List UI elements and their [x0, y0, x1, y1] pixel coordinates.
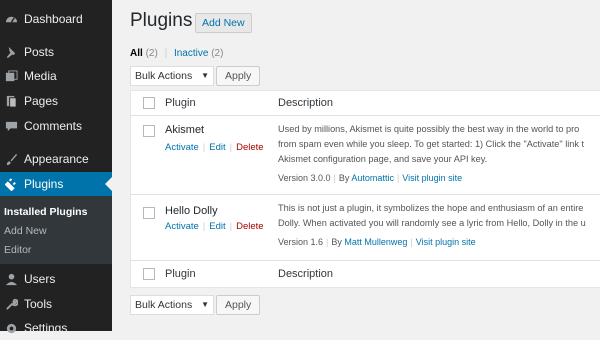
- users-icon: [4, 272, 18, 286]
- sidebar-item-appearance[interactable]: Appearance: [0, 147, 112, 171]
- plugin-site-link[interactable]: Visit plugin site: [402, 173, 462, 183]
- column-header-plugin[interactable]: Plugin: [165, 97, 196, 109]
- submenu-add-new[interactable]: Add New: [4, 225, 47, 237]
- plugins-submenu: Installed Plugins Add New Editor: [0, 196, 112, 264]
- bulk-actions-value: Bulk Actions: [135, 70, 193, 82]
- delete-link[interactable]: Delete: [236, 221, 263, 232]
- sidebar-item-media[interactable]: Media: [0, 64, 112, 88]
- select-all-checkbox[interactable]: [143, 97, 155, 109]
- plugin-icon: [4, 177, 18, 191]
- select-all-checkbox-footer[interactable]: [143, 268, 155, 280]
- sidebar-item-label: Pages: [24, 94, 59, 108]
- plugin-version: Version 3.0.0: [278, 173, 331, 183]
- apply-button-top[interactable]: Apply: [216, 66, 261, 86]
- sidebar-item-plugins[interactable]: Plugins: [0, 172, 112, 196]
- filter-inactive[interactable]: Inactive: [174, 48, 208, 59]
- filter-separator: |: [164, 48, 168, 59]
- divider: [131, 260, 600, 261]
- activate-link[interactable]: Activate: [165, 221, 199, 232]
- sidebar-item-label: Settings: [24, 321, 68, 335]
- divider: [131, 115, 600, 116]
- plugin-description: Used by millions, Akismet is quite possi…: [278, 122, 600, 167]
- column-footer-plugin[interactable]: Plugin: [165, 268, 196, 280]
- sidebar-item-tools[interactable]: Tools: [0, 292, 112, 316]
- status-filters: All (2) | Inactive (2): [130, 48, 223, 59]
- plugin-name: Hello Dolly: [165, 205, 218, 217]
- plugin-description: This is not just a plugin, it symbolizes…: [278, 201, 600, 231]
- current-indicator: [105, 177, 112, 191]
- sidebar-item-users[interactable]: Users: [0, 267, 112, 291]
- sidebar-item-label: Comments: [24, 119, 83, 133]
- sidebar-item-label: Appearance: [24, 152, 89, 166]
- sidebar-item-label: Posts: [24, 45, 55, 59]
- plugin-name: Akismet: [165, 124, 205, 136]
- bulk-actions-select-top[interactable]: Bulk Actions ▼: [130, 66, 214, 86]
- plugin-version: Version 1.6: [278, 237, 324, 247]
- description-line: Akismet configuration page, and save you…: [278, 154, 488, 164]
- filter-all[interactable]: All: [130, 48, 143, 59]
- apply-button-bottom[interactable]: Apply: [216, 295, 261, 315]
- plugin-site-link[interactable]: Visit plugin site: [416, 237, 476, 247]
- edit-link[interactable]: Edit: [209, 142, 225, 153]
- row-actions: Activate | Edit | Delete: [165, 221, 264, 232]
- page-title: Plugins: [130, 10, 193, 31]
- media-icon: [4, 69, 18, 83]
- edit-link[interactable]: Edit: [209, 221, 225, 232]
- bulk-actions-value: Bulk Actions: [135, 299, 193, 311]
- author-link[interactable]: Matt Mullenweg: [344, 237, 407, 247]
- sidebar-item-label: Plugins: [24, 177, 64, 191]
- plugin-meta: Version 1.6 | By Matt Mullenweg | Visit plug…: [278, 237, 476, 247]
- sidebar-item-label: Tools: [24, 297, 53, 311]
- sidebar-item-posts[interactable]: Posts: [0, 40, 112, 64]
- delete-link[interactable]: Delete: [236, 142, 263, 153]
- pin-icon: [4, 45, 18, 59]
- column-header-description[interactable]: Description: [278, 97, 333, 109]
- row-actions: Activate | Edit | Delete: [165, 142, 264, 153]
- submenu-editor[interactable]: Editor: [4, 244, 31, 256]
- chevron-down-icon: ▼: [201, 300, 209, 309]
- filter-all-count: (2): [145, 48, 158, 59]
- add-new-button[interactable]: Add New: [195, 13, 252, 33]
- pages-icon: [4, 94, 18, 108]
- filter-inactive-count: (2): [211, 48, 224, 59]
- sidebar-item-settings[interactable]: Settings: [0, 316, 112, 340]
- chevron-down-icon: ▼: [201, 71, 209, 80]
- activate-link[interactable]: Activate: [165, 142, 199, 153]
- dashboard-icon: [4, 12, 18, 26]
- plugin-meta: Version 3.0.0 | By Automattic | Visit plugin…: [278, 173, 463, 183]
- by-label: By: [338, 173, 350, 183]
- bulk-actions-select-bottom[interactable]: Bulk Actions ▼: [130, 295, 214, 315]
- description-line: from spam even while you sleep. To get s…: [278, 139, 585, 149]
- wrench-icon: [4, 297, 18, 311]
- column-footer-description[interactable]: Description: [278, 268, 333, 280]
- by-label: By: [331, 237, 342, 247]
- sidebar-item-label: Media: [24, 69, 57, 83]
- row-checkbox[interactable]: [143, 207, 155, 219]
- settings-icon: [4, 321, 18, 335]
- sidebar-item-comments[interactable]: Comments: [0, 114, 112, 138]
- submenu-installed-plugins[interactable]: Installed Plugins: [4, 206, 87, 218]
- author-link[interactable]: Automattic: [351, 173, 394, 183]
- sidebar-item-pages[interactable]: Pages: [0, 89, 112, 113]
- sidebar-item-dashboard[interactable]: Dashboard: [0, 7, 112, 31]
- plugins-table: Plugin Description Akismet Activate | Edit…: [130, 90, 600, 288]
- comment-icon: [4, 119, 18, 133]
- admin-sidebar: Dashboard Posts Media Pages Comments App…: [0, 0, 112, 335]
- divider: [131, 194, 600, 195]
- description-line: Dolly. When activated you will randomly …: [278, 218, 586, 228]
- sidebar-item-label: Dashboard: [24, 12, 83, 26]
- row-checkbox[interactable]: [143, 125, 155, 137]
- description-line: Used by millions, Akismet is quite possi…: [278, 124, 580, 134]
- description-line: This is not just a plugin, it symbolizes…: [278, 203, 584, 213]
- sidebar-item-label: Users: [24, 272, 56, 286]
- main-content: Plugins Add New All (2) | Inactive (2) B…: [112, 0, 600, 331]
- brush-icon: [4, 152, 18, 166]
